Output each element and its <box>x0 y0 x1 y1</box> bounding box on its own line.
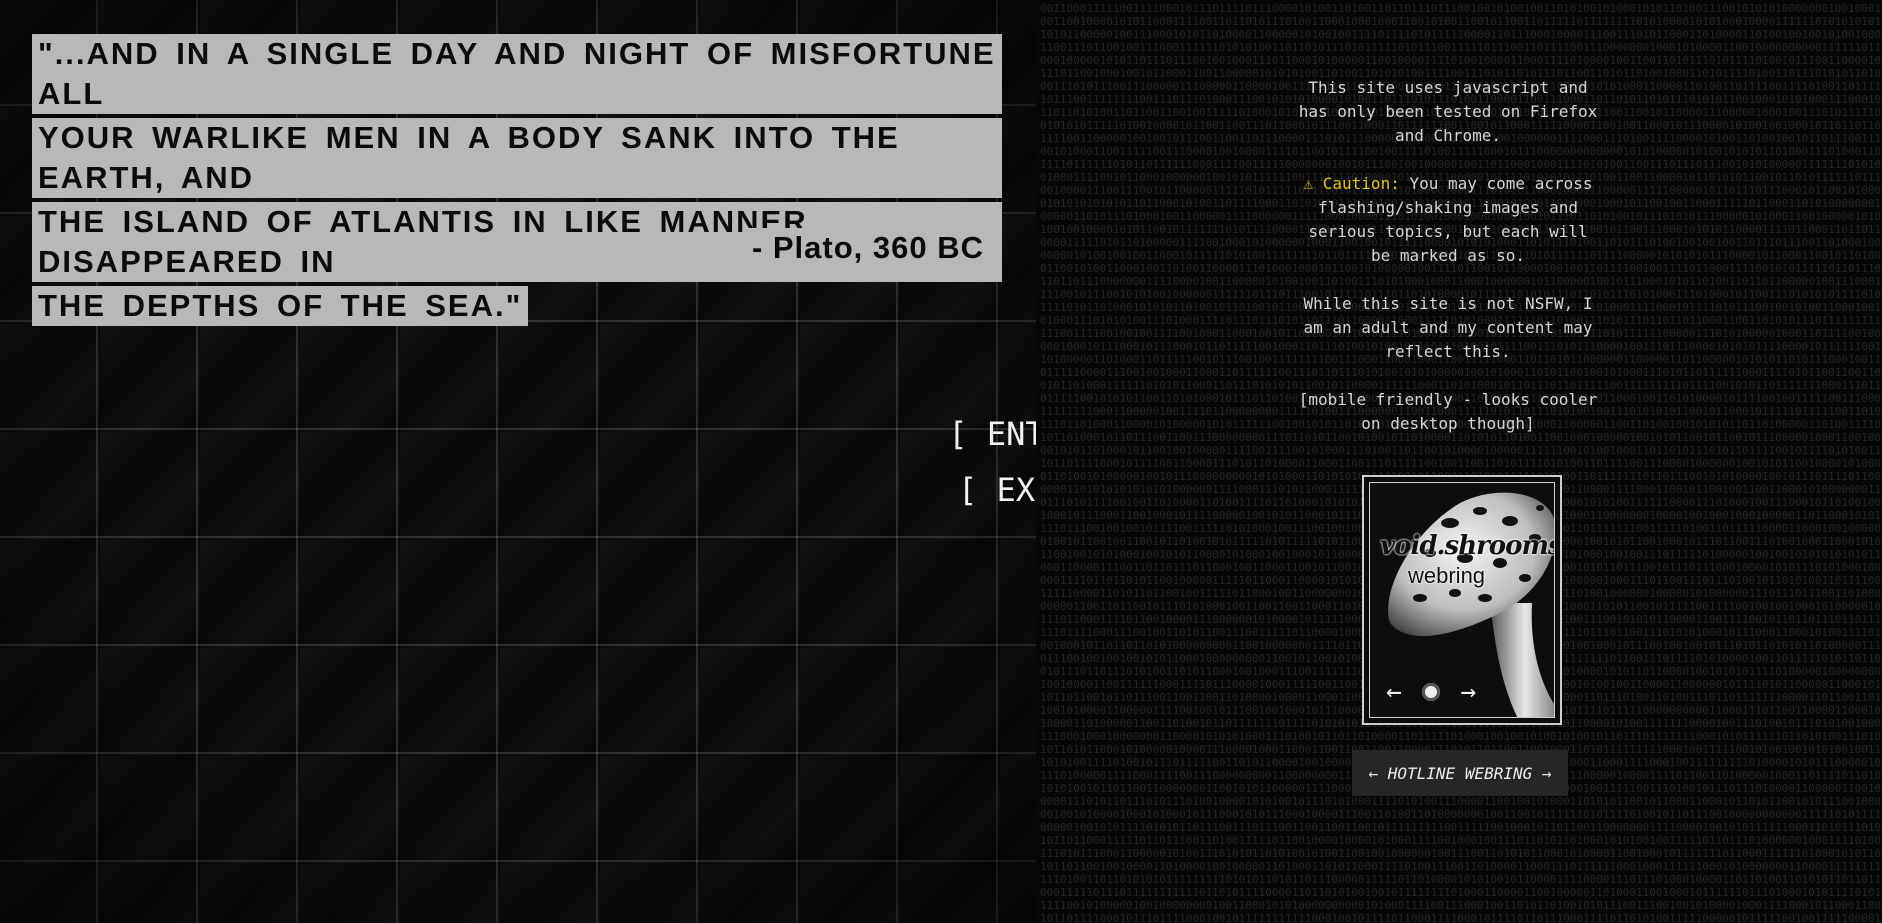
plato-quote: "...and in a single day and night of mis… <box>32 34 1002 330</box>
badge-home-dot-icon[interactable] <box>1422 683 1440 701</box>
void-shrooms-webring-badge[interactable]: void.shrooms webring ← → <box>1362 475 1562 725</box>
info-panel: 0011000111110011110001011101111011100001… <box>1036 0 1882 923</box>
badge-title: void.shrooms <box>1380 531 1555 561</box>
caution-notice: ⚠ Caution: You may come across flashing/… <box>1298 172 1598 268</box>
tiled-background-panel: "...and in a single day and night of mis… <box>0 0 1036 923</box>
quote-author: - Plato, 360 BC <box>745 228 990 268</box>
badge-next-arrow-icon[interactable]: → <box>1460 679 1476 705</box>
badge-subtitle: webring <box>1408 563 1486 588</box>
quote-line-4: the depths of the sea." <box>32 286 529 326</box>
javascript-notice: This site uses javascript and has only b… <box>1298 78 1598 145</box>
quote-line-1: "...and in a single day and night of mis… <box>32 34 1002 114</box>
quote-line-2: your warlike men in a body sank into the… <box>32 118 1002 198</box>
site-notices: This site uses javascript and has only b… <box>1298 76 1598 460</box>
badge-navigation: ← → <box>1386 679 1476 705</box>
caution-label: ⚠ Caution: <box>1303 174 1400 193</box>
mobile-notice: [mobile friendly - looks cooler on deskt… <box>1298 390 1598 433</box>
hotline-webring-button[interactable]: ← HOTLINE WEBRING → <box>1352 750 1568 796</box>
nsfw-notice: While this site is not NSFW, I am an adu… <box>1303 294 1593 361</box>
badge-frame: void.shrooms webring ← → <box>1369 482 1555 718</box>
badge-prev-arrow-icon[interactable]: ← <box>1386 679 1402 705</box>
